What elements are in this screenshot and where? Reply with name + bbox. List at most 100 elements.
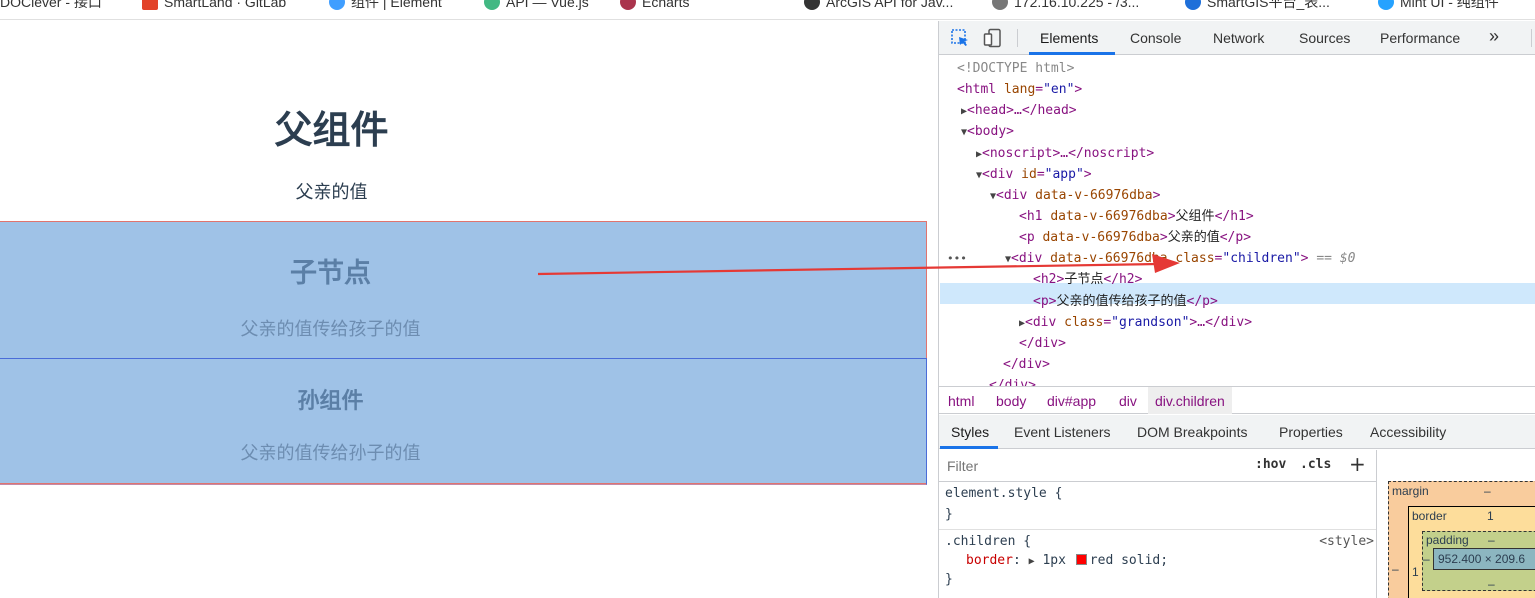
mintui-icon: [1378, 0, 1394, 10]
border-left-value: 1: [1412, 565, 1419, 579]
tab-performance[interactable]: Performance: [1380, 30, 1460, 46]
rule-source-link[interactable]: <style>: [1319, 534, 1374, 549]
rule-declaration[interactable]: border: ▶ 1px red solid;: [966, 553, 1168, 568]
smartgis-icon: [1185, 0, 1201, 10]
styles-filter-input[interactable]: [941, 453, 1241, 479]
parent-title: 父组件: [274, 108, 389, 152]
devtools-panel: Elements Console Network Sources Perform…: [938, 21, 1535, 598]
new-rule-icon[interactable]: +: [1349, 452, 1366, 476]
rule-children: .children { <style> border: ▶ 1px red so…: [939, 531, 1376, 598]
box-model-content[interactable]: 952.400 × 209.6: [1433, 548, 1535, 570]
dom-line-html[interactable]: <html lang="en">: [957, 80, 1082, 100]
devtools-tabbar: Elements Console Network Sources Perform…: [939, 21, 1535, 55]
dom-line-div-children[interactable]: ▼<div data-v-66976dba class="children"> …: [1005, 249, 1355, 269]
child-text: 父亲的值传给孩子的值: [240, 319, 421, 340]
dom-line-div-scoped[interactable]: ▼<div data-v-66976dba>: [990, 186, 1160, 206]
bookmarks-bar: DOClever - 接口 SmartLand · GitLab 组件 | El…: [0, 0, 1535, 20]
bookmark-label: DOClever - 接口: [0, 0, 102, 10]
breadcrumb: html body div#app div div.children: [939, 386, 1535, 414]
dom-tree: <!DOCTYPE html> <html lang="en"> ▶<head>…: [939, 56, 1535, 386]
bookmark-arcgis[interactable]: ArcGIS API for Jav...: [804, 0, 953, 12]
bookmark-label: Echarts: [642, 0, 690, 10]
breadcrumb-div-app[interactable]: div#app: [1047, 393, 1096, 409]
padding-label: padding: [1426, 533, 1469, 547]
children-component: 子节点 父亲的值传给孩子的值 孙组件 父亲的值传给孙子的值: [0, 221, 927, 485]
color-swatch-icon[interactable]: [1075, 554, 1087, 565]
grandson-text: 父亲的值传给孙子的值: [240, 443, 421, 464]
node-actions-icon[interactable]: •••: [947, 249, 967, 269]
rule-element-style: element.style { }: [939, 483, 1376, 530]
grandson-component: 孙组件 父亲的值传给孙子的值: [0, 358, 927, 485]
styles-tabbar: Styles Event Listeners DOM Breakpoints P…: [939, 415, 1535, 449]
dom-line-p[interactable]: <p data-v-66976dba>父亲的值</p>: [1019, 228, 1251, 248]
padding-bottom-value: –: [1488, 577, 1495, 591]
vue-icon: [484, 0, 500, 10]
tab-styles[interactable]: Styles: [951, 424, 989, 440]
bookmark-doclever[interactable]: DOClever - 接口: [0, 0, 102, 12]
dom-line-div-close[interactable]: </div>: [989, 376, 1036, 386]
dom-line-body[interactable]: ▼<body>: [961, 122, 1014, 142]
tab-elements[interactable]: Elements: [1040, 30, 1098, 46]
dom-line-head[interactable]: ▶<head>…</head>: [961, 101, 1077, 121]
echarts-icon: [620, 0, 636, 10]
tab-dom-breakpoints[interactable]: DOM Breakpoints: [1137, 424, 1247, 440]
dom-line-h1[interactable]: <h1 data-v-66976dba>父组件</h1>: [1019, 207, 1254, 227]
bookmark-label: SmartLand · GitLab: [164, 0, 287, 10]
active-subtab-indicator: [940, 446, 998, 449]
bookmark-ip[interactable]: 172.16.10.225 - /3...: [992, 0, 1139, 12]
tab-divider: [1017, 29, 1018, 47]
breadcrumb-div[interactable]: div: [1119, 393, 1137, 409]
hover-state-toggle[interactable]: :hov: [1255, 457, 1286, 472]
element-icon: [329, 0, 345, 10]
bookmark-label: 172.16.10.225 - /3...: [1014, 0, 1140, 10]
margin-label: margin: [1392, 484, 1429, 498]
tab-event-listeners[interactable]: Event Listeners: [1014, 424, 1111, 440]
box-model-margin[interactable]: margin – – border 1 1 padding – – 952.40…: [1388, 481, 1535, 598]
bookmark-vue[interactable]: API — Vue.js: [484, 0, 589, 12]
bookmark-gitlab[interactable]: SmartLand · GitLab: [142, 0, 286, 12]
bookmark-label: ArcGIS API for Jav...: [826, 0, 954, 10]
dom-line-doctype[interactable]: <!DOCTYPE html>: [957, 59, 1074, 79]
dom-line-p2[interactable]: <p>父亲的值传给孩子的值</p>: [1033, 292, 1218, 312]
inspect-element-icon[interactable]: [950, 28, 970, 48]
dom-line-div-grandson[interactable]: ▶<div class="grandson">…</div>: [1019, 313, 1252, 333]
bookmark-label: API — Vue.js: [506, 0, 589, 10]
rule-brace: }: [945, 572, 953, 587]
gitlab-icon: [142, 0, 158, 10]
arcgis-icon: [804, 0, 820, 10]
bookmark-smartgis[interactable]: SmartGIS平台_表...: [1185, 0, 1330, 12]
device-toolbar-icon[interactable]: [983, 28, 1003, 48]
tab-properties[interactable]: Properties: [1279, 424, 1343, 440]
rule-selector[interactable]: element.style {: [945, 486, 1062, 501]
bookmark-element[interactable]: 组件 | Element: [329, 0, 442, 12]
tab-network[interactable]: Network: [1213, 30, 1264, 46]
parent-text: 父亲的值: [295, 182, 368, 203]
breadcrumb-html[interactable]: html: [948, 393, 974, 409]
dom-line-div-app[interactable]: ▼<div id="app">: [976, 165, 1092, 185]
dom-line-div-close[interactable]: </div>: [1019, 334, 1066, 354]
dom-line-h2[interactable]: <h2>子节点</h2>: [1033, 270, 1142, 290]
breadcrumb-body[interactable]: body: [996, 393, 1026, 409]
box-model-diagram: margin – – border 1 1 padding – – 952.40…: [1376, 450, 1535, 598]
breadcrumb-div-children[interactable]: div.children: [1148, 387, 1232, 414]
class-toggle[interactable]: .cls: [1300, 457, 1331, 472]
child-title: 子节点: [290, 258, 371, 289]
dom-line-div-close[interactable]: </div>: [1003, 355, 1050, 375]
bookmark-echarts[interactable]: Echarts: [620, 0, 689, 12]
rule-selector[interactable]: .children {: [945, 534, 1031, 549]
dom-line-noscript[interactable]: ▶<noscript>…</noscript>: [976, 144, 1154, 164]
globe-icon: [992, 0, 1008, 10]
box-model-padding[interactable]: padding – – 952.400 × 209.6 –: [1422, 531, 1535, 591]
bookmark-label: 组件 | Element: [351, 0, 442, 10]
tab-console[interactable]: Console: [1130, 30, 1181, 46]
bookmark-label: Mint UI - 纯组件: [1400, 0, 1499, 10]
tab-accessibility[interactable]: Accessibility: [1370, 424, 1446, 440]
margin-top-value: –: [1484, 484, 1491, 498]
more-tabs-icon[interactable]: »: [1489, 26, 1499, 47]
rule-brace: }: [945, 507, 953, 522]
margin-left-value: –: [1392, 562, 1399, 576]
active-tab-indicator: [1029, 52, 1115, 55]
box-model-border[interactable]: border 1 1 padding – – 952.400 × 209.6 –: [1408, 506, 1535, 598]
tab-sources[interactable]: Sources: [1299, 30, 1350, 46]
bookmark-mintui[interactable]: Mint UI - 纯组件: [1378, 0, 1499, 12]
